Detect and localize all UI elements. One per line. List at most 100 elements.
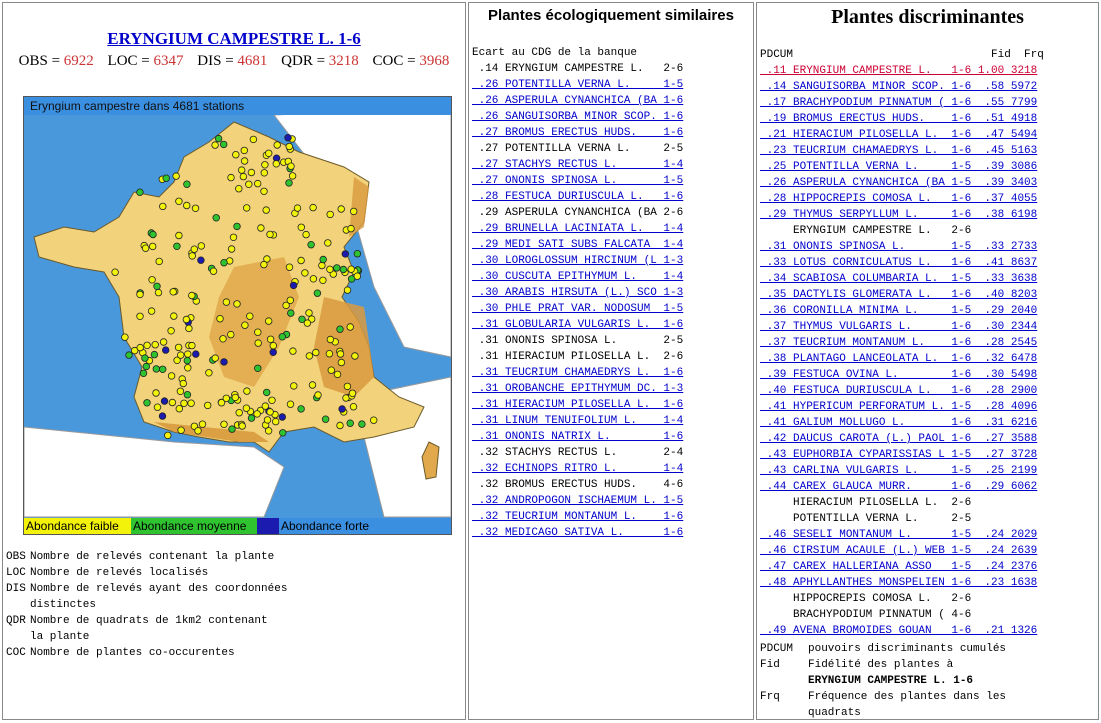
similar-row[interactable]: .31 GLOBULARIA VULGARIS L. 1-6	[472, 317, 751, 333]
occurrence-dot	[346, 323, 354, 331]
similar-row[interactable]: .30 LOROGLOSSUM HIRCINUM (L 1-3	[472, 253, 751, 269]
similar-row[interactable]: .32 ANDROPOGON ISCHAEMUM L. 1-5	[472, 493, 751, 509]
similar-row[interactable]: .30 CUSCUTA EPITHYMUM L. 1-4	[472, 269, 751, 285]
occurrence-dot	[273, 141, 281, 149]
similar-row[interactable]: .31 HIERACIUM PILOSELLA L. 1-6	[472, 397, 751, 413]
legend-row: Frq Fréquence des plantes dans les	[760, 691, 1007, 703]
similar-row[interactable]: .27 STACHYS RECTUS L. 1-4	[472, 157, 751, 173]
stat-qdr-label: QDR	[281, 53, 313, 69]
occurrence-dot	[151, 340, 159, 349]
species-title-link[interactable]: ERYNGIUM CAMPESTRE L. 1-6	[3, 29, 465, 49]
discriminant-row[interactable]: .28 HIPPOCREPIS COMOSA L. 1-6 .37 4055	[760, 191, 1096, 207]
discriminant-row[interactable]: .43 CARLINA VULGARIS L. 1-5 .25 2199	[760, 463, 1096, 479]
discriminant-row[interactable]: .25 POTENTILLA VERNA L. 1-5 .39 3086	[760, 159, 1096, 175]
occurrence-dot	[287, 309, 295, 317]
occurrence-dot	[272, 160, 280, 168]
occurrence-dot	[269, 341, 277, 350]
occurrence-dot	[227, 330, 235, 339]
similar-row[interactable]: .26 POTENTILLA VERNA L. 1-5	[472, 77, 751, 93]
discriminant-row[interactable]: .11 ERYNGIUM CAMPESTRE L. 1-6 1.00 3218	[760, 63, 1096, 79]
occurrence-dot	[220, 358, 228, 366]
discriminant-row[interactable]: .40 FESTUCA DURIUSCULA L. 1-6 .28 2900	[760, 383, 1096, 399]
discriminant-row[interactable]: .42 DAUCUS CAROTA (L.) PAOL 1-6 .27 3588	[760, 431, 1096, 447]
discriminant-row[interactable]: .36 CORONILLA MINIMA L. 1-5 .29 2040	[760, 303, 1096, 319]
discriminant-row[interactable]: .23 TEUCRIUM CHAMAEDRYS L. 1-6 .45 5163	[760, 143, 1096, 159]
discriminant-row[interactable]: .43 EUPHORBIA CYPARISSIAS L 1-5 .27 3728	[760, 447, 1096, 463]
discriminant-row[interactable]: .37 TEUCRIUM MONTANUM L. 1-6 .28 2545	[760, 335, 1096, 351]
occurrence-dot	[222, 394, 230, 402]
occurrence-dot	[170, 312, 178, 320]
discriminant-row[interactable]: .41 GALIUM MOLLUGO L. 1-6 .31 6216	[760, 415, 1096, 431]
discriminant-row[interactable]: .46 CIRSIUM ACAULE (L.) WEB 1-5 .24 2639	[760, 543, 1096, 559]
occurrence-dot	[143, 399, 151, 407]
similar-row[interactable]: .26 ASPERULA CYNANCHICA (BA 1-6	[472, 93, 751, 109]
discriminant-row[interactable]: .29 THYMUS SERPYLLUM L. 1-6 .38 6198	[760, 207, 1096, 223]
occurrence-dot	[260, 187, 268, 195]
similar-row[interactable]: .31 LINUM TENUIFOLIUM L. 1-4	[472, 413, 751, 429]
occurrence-dot	[286, 400, 295, 408]
occurrence-dot	[198, 420, 207, 428]
discriminant-row[interactable]: .37 THYMUS VULGARIS L. 1-6 .30 2344	[760, 319, 1096, 335]
occurrence-dot	[308, 381, 317, 389]
discriminant-legend: PDCUM pouvoirs discriminants cumulés Fid Fi…	[760, 641, 1096, 719]
occurrence-dot	[346, 419, 354, 427]
definition-row: DIS Nombre de relevés ayant des coordonné…	[6, 583, 288, 595]
discriminant-row[interactable]: .39 FESTUCA OVINA L. 1-6 .30 5498	[760, 367, 1096, 383]
occurrence-dot	[169, 288, 177, 296]
discriminant-row[interactable]: .31 ONONIS SPINOSA L. 1-5 .33 2733	[760, 239, 1096, 255]
similar-row[interactable]: .29 BRUNELLA LACINIATA L. 1-4	[472, 221, 751, 237]
occurrence-dot	[211, 141, 219, 149]
occurrence-dot	[216, 314, 224, 323]
discriminant-row[interactable]: .17 BRACHYPODIUM PINNATUM ( 1-6 .55 7799	[760, 95, 1096, 111]
similar-row[interactable]: .31 ONONIS NATRIX L. 1-6	[472, 429, 751, 445]
similar-row[interactable]: .30 PHLE PRAT VAR. NODOSUM 1-5	[472, 301, 751, 317]
discriminant-row[interactable]: .38 PLANTAGO LANCEOLATA L. 1-6 .32 6478	[760, 351, 1096, 367]
stat-obs-label: OBS	[18, 53, 48, 69]
occurrence-dot	[260, 260, 268, 269]
occurrence-dot	[247, 414, 256, 422]
discriminant-row[interactable]: .46 SESELI MONTANUM L. 1-5 .24 2029	[760, 527, 1096, 543]
discriminant-row[interactable]: .26 ASPERULA CYNANCHICA (BA 1-5 .39 3403	[760, 175, 1096, 191]
similar-row[interactable]: .28 FESTUCA DURIUSCULA L. 1-6	[472, 189, 751, 205]
occurrence-dot	[278, 333, 286, 341]
similar-row[interactable]: .32 TEUCRIUM MONTANUM L. 1-6	[472, 509, 751, 525]
discriminant-row[interactable]: .19 BROMUS ERECTUS HUDS. 1-6 .51 4918	[760, 111, 1096, 127]
occurrence-dot	[174, 343, 183, 352]
occurrence-dot	[162, 174, 170, 182]
occurrence-dot	[336, 350, 345, 358]
occurrence-dot	[326, 265, 334, 273]
discriminant-row[interactable]: .14 SANGUISORBA MINOR SCOP. 1-6 .58 5972	[760, 79, 1096, 95]
occurrence-dot	[153, 282, 161, 290]
definition-row: la plante	[30, 631, 90, 643]
discriminant-row[interactable]: .44 CAREX GLAUCA MURR. 1-6 .29 6062	[760, 479, 1096, 495]
similar-row[interactable]: .29 MEDI SATI SUBS FALCATA 1-4	[472, 237, 751, 253]
discriminant-row[interactable]: .33 LOTUS CORNICULATUS L. 1-6 .41 8637	[760, 255, 1096, 271]
occurrence-dot	[324, 239, 332, 247]
occurrence-dot	[197, 242, 205, 250]
occurrence-dot	[190, 245, 198, 253]
discriminant-row[interactable]: .49 AVENA BROMOIDES GOUAN 1-6 .21 1326	[760, 623, 1096, 639]
discriminant-row[interactable]: .41 HYPERICUM PERFORATUM L. 1-5 .28 4096	[760, 399, 1096, 415]
similar-row[interactable]: .27 ONONIS SPINOSA L. 1-5	[472, 173, 751, 189]
discriminant-row[interactable]: .48 APHYLLANTHES MONSPELIEN 1-6 .23 1638	[760, 575, 1096, 591]
similar-row[interactable]: .31 TEUCRIUM CHAMAEDRYS L. 1-6	[472, 365, 751, 381]
occurrence-dot	[261, 161, 269, 169]
occurrence-dot	[222, 298, 231, 306]
occurrence-dot	[260, 169, 268, 177]
occurrence-dot	[339, 265, 348, 274]
occurrence-dot	[266, 408, 274, 416]
similar-row[interactable]: .27 BROMUS ERECTUS HUDS. 1-6	[472, 125, 751, 141]
discriminant-row[interactable]: .47 CAREX HALLERIANA ASSO 1-5 .24 2376	[760, 559, 1096, 575]
similar-row[interactable]: .26 SANGUISORBA MINOR SCOP. 1-6	[472, 109, 751, 125]
discriminant-row[interactable]: .35 DACTYLIS GLOMERATA L. 1-6 .40 8203	[760, 287, 1096, 303]
similar-row[interactable]: .32 MEDICAGO SATIVA L. 1-6	[472, 525, 751, 541]
occurrence-dot	[173, 242, 181, 250]
discriminant-row[interactable]: .21 HIERACIUM PILOSELLA L. 1-6 .47 5494	[760, 127, 1096, 143]
occurrence-dot	[233, 222, 241, 231]
discriminant-row[interactable]: .34 SCABIOSA COLUMBARIA L. 1-5 .33 3638	[760, 271, 1096, 287]
similar-row[interactable]: .32 ECHINOPS RITRO L. 1-4	[472, 461, 751, 477]
similar-row[interactable]: .31 OROBANCHE EPITHYMUM DC. 1-3	[472, 381, 751, 397]
occurrence-dot	[289, 347, 297, 355]
similar-row[interactable]: .30 ARABIS HIRSUTA (L.) SCO 1-3	[472, 285, 751, 301]
occurrence-dot	[197, 256, 205, 264]
